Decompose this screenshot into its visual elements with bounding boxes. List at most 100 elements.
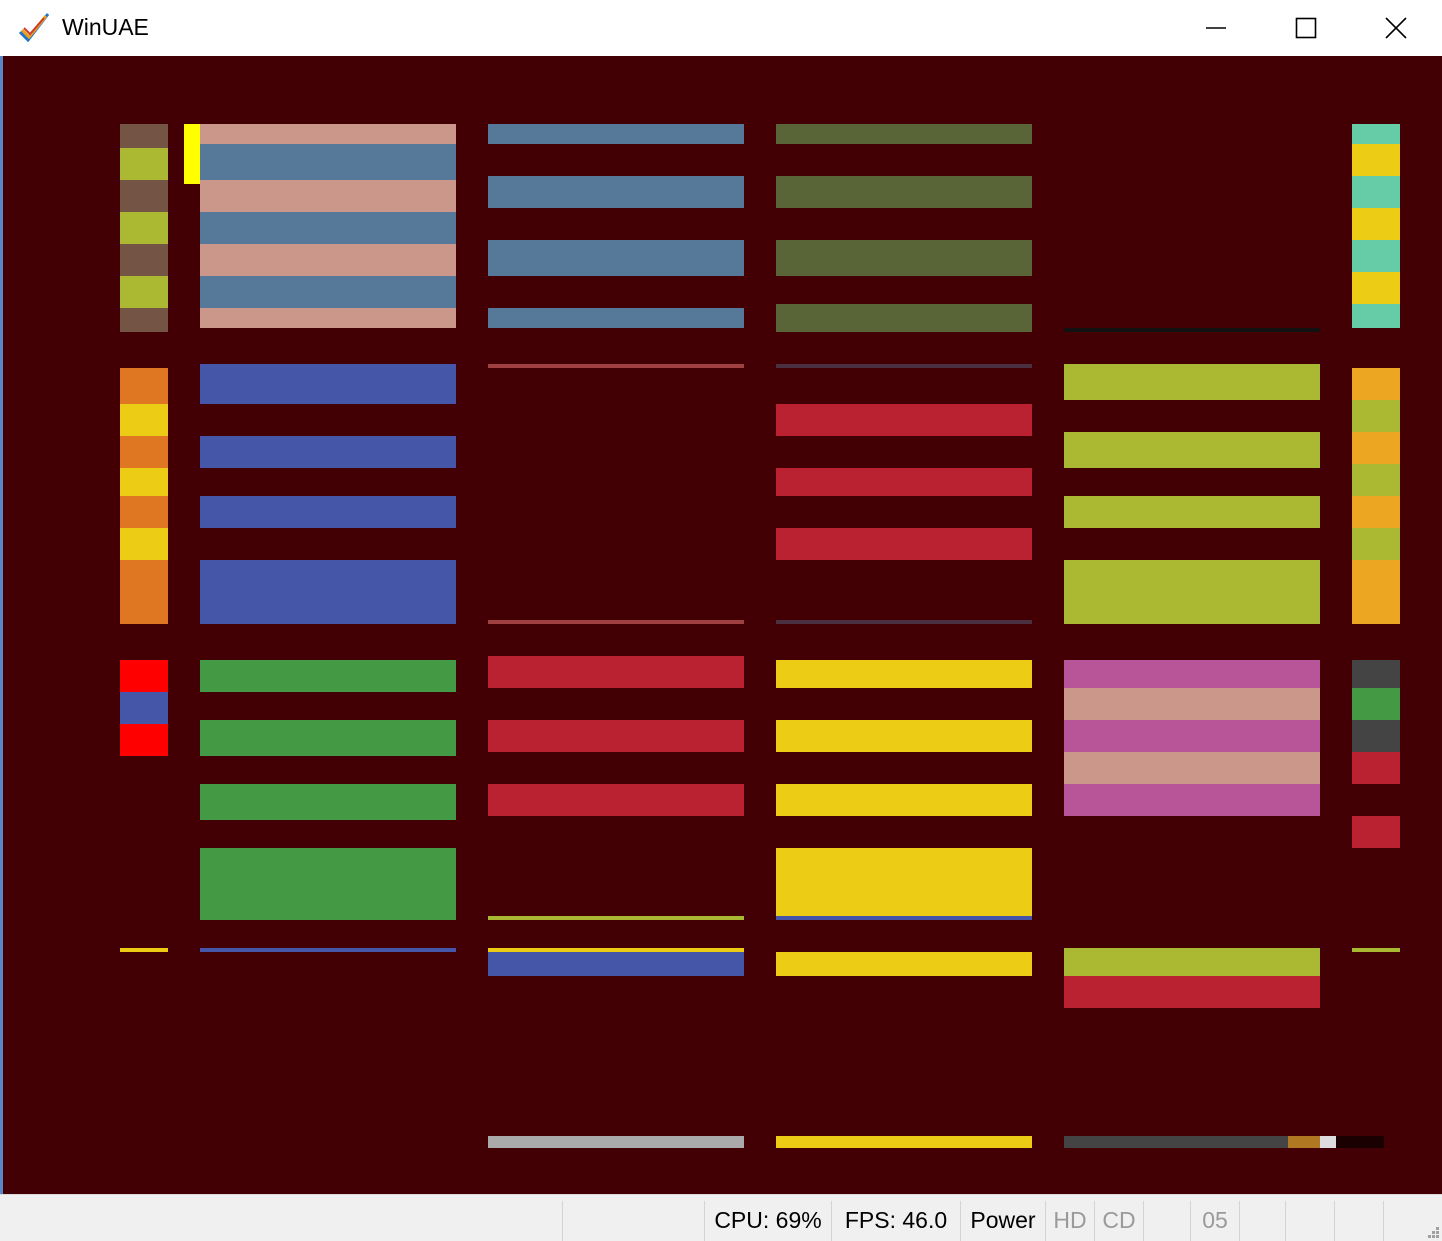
- drive-0-led: [1143, 1201, 1190, 1241]
- screen-color-bar: [1064, 364, 1320, 400]
- screen-color-bar: [488, 308, 744, 328]
- screen-color-bar: [776, 404, 1032, 436]
- screen-color-bar: [488, 364, 744, 368]
- screen-color-bar: [1352, 464, 1400, 496]
- screen-color-bar: [1352, 660, 1400, 688]
- screen-color-bar: [200, 124, 456, 144]
- screen-color-bar: [776, 784, 1032, 816]
- screen-color-bar: [120, 528, 168, 560]
- screen-color-bar: [200, 244, 456, 276]
- screen-color-bar: [120, 276, 168, 308]
- maximize-button[interactable]: [1260, 0, 1352, 56]
- screen-color-bar: [120, 496, 168, 528]
- screen-color-bar: [488, 176, 744, 208]
- screen-color-bar: [1352, 720, 1400, 752]
- screen-color-bar: [120, 692, 168, 724]
- screen-color-bar: [120, 308, 168, 332]
- screen-color-bar: [488, 1136, 744, 1148]
- screen-color-bar: [200, 660, 456, 692]
- screen-color-bar: [200, 364, 456, 404]
- cd-led: CD: [1094, 1201, 1143, 1241]
- screen-color-bar: [776, 720, 1032, 752]
- screen-color-bar: [200, 784, 456, 820]
- minimize-icon: [1206, 27, 1226, 29]
- screen-color-bar: [120, 404, 168, 436]
- screen-color-bar: [776, 1136, 1032, 1148]
- power-led: Power: [960, 1201, 1045, 1241]
- screen-color-bar: [1064, 660, 1320, 688]
- screen-color-bar: [200, 560, 456, 624]
- screen-color-bar: [1352, 400, 1400, 432]
- status-bar: CPU: 69% FPS: 46.0 Power HD CD 05: [0, 1194, 1442, 1241]
- title-bar[interactable]: WinUAE: [0, 0, 1442, 56]
- close-button[interactable]: [1350, 0, 1442, 56]
- screen-color-bar: [776, 364, 1032, 368]
- screen-color-bar: [488, 720, 744, 752]
- window-title: WinUAE: [62, 14, 149, 40]
- emulator-display[interactable]: [0, 56, 1442, 1194]
- screen-color-bar: [1352, 496, 1400, 528]
- resize-grip-icon[interactable]: [1422, 1221, 1440, 1239]
- screen-color-bar: [200, 212, 456, 244]
- screen-color-bar: [200, 308, 456, 328]
- screen-color-bar: [776, 620, 1032, 624]
- screen-color-bar: [776, 848, 1032, 916]
- screen-color-bar: [776, 176, 1032, 208]
- screen-color-bar: [776, 240, 1032, 276]
- hd-led: HD: [1045, 1201, 1094, 1241]
- screen-color-bar: [200, 144, 456, 180]
- screen-color-bar: [776, 528, 1032, 560]
- maximize-icon: [1295, 17, 1317, 39]
- screen-color-bar: [1064, 688, 1320, 720]
- screen-color-bar: [1064, 752, 1320, 784]
- screen-color-bar: [1320, 1136, 1336, 1148]
- screen-color-bar: [200, 848, 456, 920]
- screen-color-bar: [776, 916, 1032, 920]
- screen-color-bar: [1064, 976, 1320, 1008]
- screen-color-bar: [1352, 432, 1400, 464]
- screen-color-bar: [1352, 368, 1400, 400]
- screen-color-bar: [1352, 144, 1400, 176]
- screen-color-bar: [120, 724, 168, 756]
- screen-color-bar: [488, 124, 744, 144]
- screen-color-bar: [120, 124, 168, 148]
- screen-color-bar: [120, 244, 168, 276]
- drive-track-indicator: 05: [1190, 1201, 1239, 1241]
- close-icon: [1385, 17, 1407, 39]
- screen-color-bar: [120, 148, 168, 180]
- screen-color-bar: [488, 952, 744, 976]
- screen-color-bar: [1064, 784, 1320, 816]
- screen-color-bar: [1064, 948, 1320, 976]
- screen-color-bar: [200, 180, 456, 212]
- screen-color-bar: [488, 240, 744, 276]
- screen-color-bar: [776, 468, 1032, 496]
- screen-color-bar: [1352, 124, 1400, 144]
- screen-color-bar: [1352, 528, 1400, 560]
- screen-color-bar: [776, 660, 1032, 688]
- screen-color-bar: [120, 180, 168, 212]
- screen-color-bar: [200, 948, 456, 952]
- drive-3-led: [1334, 1201, 1383, 1241]
- screen-color-bar: [1352, 752, 1400, 784]
- cpu-indicator: CPU: 69%: [704, 1201, 831, 1241]
- screen-color-bar: [1352, 272, 1400, 304]
- screen-color-bar: [776, 304, 1032, 332]
- screen-color-bar: [120, 468, 168, 496]
- screen-color-bar: [1352, 688, 1400, 720]
- screen-color-bar: [120, 368, 168, 404]
- screen-color-bar: [200, 720, 456, 756]
- screen-color-bar: [1064, 328, 1320, 332]
- screen-color-bar: [488, 620, 744, 624]
- status-empty-cell: [562, 1201, 703, 1241]
- minimize-button[interactable]: [1170, 0, 1262, 56]
- screen-color-bar: [120, 948, 168, 952]
- screen-color-bar: [1352, 304, 1400, 328]
- screen-color-bar: [200, 496, 456, 528]
- screen-color-bar: [1064, 432, 1320, 468]
- screen-color-bar: [1352, 816, 1400, 848]
- screen-color-bar: [488, 916, 744, 920]
- drive-1-led: [1239, 1201, 1285, 1241]
- screen-color-bar: [1064, 720, 1320, 752]
- screen-color-bar: [1288, 1136, 1320, 1148]
- screen-color-bar: [488, 656, 744, 688]
